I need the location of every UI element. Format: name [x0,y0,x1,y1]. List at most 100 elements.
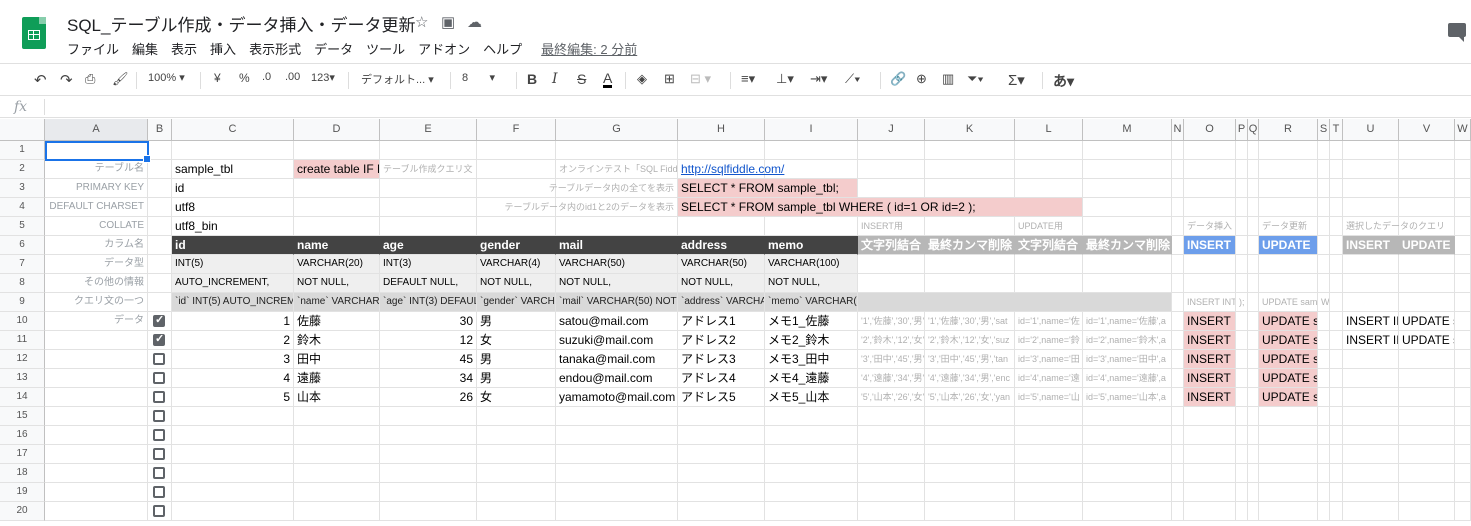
column-header-l[interactable]: L [1015,119,1083,141]
grid-cell[interactable] [1083,464,1172,483]
grid-cell[interactable] [1172,141,1184,160]
cell-j6[interactable]: 文字列結合 [858,236,925,255]
grid-cell[interactable] [925,502,1015,521]
select-all-corner[interactable] [0,119,45,141]
row-header-2[interactable]: 2 [0,160,45,179]
grid-cell[interactable] [1172,464,1184,483]
insert-chart-icon[interactable]: ▥ [942,71,954,87]
grid-cell[interactable] [1184,141,1236,160]
grid-cell[interactable] [1318,236,1330,255]
grid-cell[interactable] [1330,388,1343,407]
grid-cell[interactable] [1399,388,1455,407]
cell-j10[interactable]: '1','佐藤','30','男', [858,312,925,331]
row-header-1[interactable]: 1 [0,141,45,160]
grid-cell[interactable] [1399,293,1455,312]
text-color-icon[interactable]: A [603,71,613,88]
column-header-u[interactable]: U [1343,119,1399,141]
grid-cell[interactable] [1248,236,1259,255]
grid-cell[interactable] [1399,198,1455,217]
grid-cell[interactable] [1236,350,1248,369]
grid-cell[interactable] [1236,426,1248,445]
cell-o6[interactable]: INSERT [1184,236,1236,255]
cell-h11[interactable]: アドレス2 [678,331,765,350]
cell-e9[interactable]: `age` INT(3) DEFAULT [380,293,477,312]
grid-cell[interactable] [1330,464,1343,483]
italic-icon[interactable]: I [552,71,558,87]
cell-e4[interactable]: テーブルデータ内のid1と2のデータを表示 [380,198,678,217]
grid-cell[interactable] [1330,255,1343,274]
menu-format[interactable]: 表示形式 [249,39,301,58]
grid-cell[interactable] [1083,426,1172,445]
cell-o10[interactable]: INSERT I [1184,312,1236,331]
cell-a4[interactable]: DEFAULT CHARSET [45,198,148,217]
grid-cell[interactable] [925,445,1015,464]
cell-a8[interactable]: その他の情報 [45,274,148,293]
grid-cell[interactable] [1236,312,1248,331]
column-header-m[interactable]: M [1083,119,1172,141]
grid-cell[interactable] [1343,483,1399,502]
row-header-14[interactable]: 14 [0,388,45,407]
grid-cell[interactable] [294,445,380,464]
grid-cell[interactable] [1172,160,1184,179]
grid-cell[interactable] [1236,331,1248,350]
grid-cell[interactable] [925,274,1015,293]
cell-l14[interactable]: id='5',name='山 [1015,388,1083,407]
cell-r5[interactable]: データ更新 [1259,217,1330,236]
cell-c6[interactable]: id [172,236,294,255]
vertical-align-icon[interactable]: ⊥▾ [776,71,794,87]
row-header-15[interactable]: 15 [0,407,45,426]
grid-cell[interactable] [294,179,380,198]
grid-cell[interactable] [1083,141,1172,160]
grid-cell[interactable] [1236,369,1248,388]
cell-i6[interactable]: memo [765,236,858,255]
grid-cell[interactable] [1248,369,1259,388]
column-header-i[interactable]: I [765,119,858,141]
borders-icon[interactable]: ⊞ [664,71,675,87]
grid-cell[interactable] [1083,483,1172,502]
grid-cell[interactable] [1343,464,1399,483]
grid-cell[interactable] [380,426,477,445]
grid-cell[interactable] [1330,350,1343,369]
row-header-11[interactable]: 11 [0,331,45,350]
cell-m10[interactable]: id='1',name='佐藤',a [1083,312,1172,331]
grid-cell[interactable] [925,464,1015,483]
grid-cell[interactable] [765,483,858,502]
column-header-r[interactable]: R [1259,119,1318,141]
grid-cell[interactable] [1330,445,1343,464]
grid-cell[interactable] [45,369,148,388]
grid-cell[interactable] [925,426,1015,445]
grid-cell[interactable] [477,217,556,236]
grid-cell[interactable] [477,407,556,426]
grid-cell[interactable] [1172,426,1184,445]
cell-h8[interactable]: NOT NULL, [678,274,765,293]
cell-o5[interactable]: データ挿入 [1184,217,1248,236]
cell-c9[interactable]: `id` INT(5) AUTO_INCREMENT, [172,293,294,312]
cell-f8[interactable]: NOT NULL, [477,274,556,293]
cell-j13[interactable]: '4','遠藤','34','男', [858,369,925,388]
grid-cell[interactable] [1318,312,1330,331]
grid-cell[interactable] [1236,464,1248,483]
grid-cell[interactable] [172,483,294,502]
checkbox-b16[interactable] [153,429,165,441]
grid-cell[interactable] [925,483,1015,502]
cell-o11[interactable]: INSERT I [1184,331,1236,350]
cell-f11[interactable]: 女 [477,331,556,350]
cell-c12[interactable]: 3 [172,350,294,369]
cell-m12[interactable]: id='3',name='田中',a [1083,350,1172,369]
row-header-12[interactable]: 12 [0,350,45,369]
grid-cell[interactable] [556,407,678,426]
cell-f6[interactable]: gender [477,236,556,255]
grid-cell[interactable] [477,141,556,160]
cell-h4[interactable]: SELECT * FROM sample_tbl WHERE ( id=1 OR… [678,198,1083,217]
checkbox-b18[interactable] [153,467,165,479]
grid-cell[interactable] [1015,255,1083,274]
menu-file[interactable]: ファイル [67,39,119,58]
cell-c7[interactable]: INT(5) [172,255,294,274]
checkbox-b17[interactable] [153,448,165,460]
grid-cell[interactable] [380,141,477,160]
cell-h3[interactable]: SELECT * FROM sample_tbl; [678,179,858,198]
grid-cell[interactable] [1330,483,1343,502]
grid-cell[interactable] [1248,331,1259,350]
cell-j9[interactable] [858,293,1172,312]
cell-d8[interactable]: NOT NULL, [294,274,380,293]
